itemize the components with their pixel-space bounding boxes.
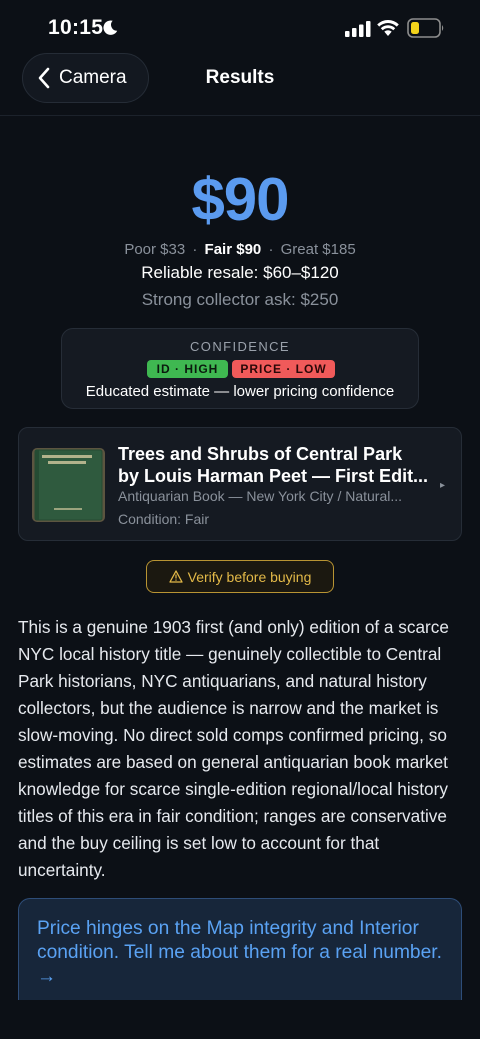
page-title: Results — [205, 67, 275, 88]
book-cover-thumbnail — [32, 448, 105, 522]
results-screen: 10:15 Camera Results $90 Poor $33 · Fair… — [0, 0, 480, 1039]
item-title: Trees and Shrubs of Central Park by Loui… — [118, 443, 433, 487]
price-confidence-badge: PRICE · LOW — [232, 360, 335, 378]
verify-button[interactable]: Verify before buying — [146, 560, 334, 593]
reliable-resale: Reliable resale: $60–$120 — [141, 263, 339, 282]
prompt-text: Price hinges on the Map integrity and In… — [37, 918, 442, 987]
item-title-line: by Louis Harman Peet — First Edit... — [118, 466, 429, 486]
description-text: This is a genuine 1903 first (and only) … — [18, 617, 449, 880]
id-confidence-badge: ID · HIGH — [147, 360, 228, 378]
moon-icon — [103, 20, 118, 35]
chevron-right-icon: ▸ — [440, 480, 446, 491]
price-separator: · — [268, 241, 274, 258]
price-great: Great $185 — [280, 241, 356, 258]
price-tiers: Poor $33 · Fair $90 · Great $185 — [0, 241, 480, 258]
warning-icon — [168, 570, 183, 583]
price-separator: · — [192, 241, 198, 258]
item-category: Antiquarian Book — New York City / Natur… — [118, 488, 403, 504]
price-estimate: $90 — [191, 166, 289, 233]
verify-label: Verify before buying — [187, 568, 312, 585]
confidence-label: CONFIDENCE — [190, 339, 290, 354]
status-bar: 10:15 — [0, 0, 480, 56]
wifi-icon — [377, 20, 399, 36]
bottom-fade — [0, 1000, 480, 1039]
battery-icon — [407, 18, 444, 38]
item-condition: Condition: Fair — [118, 511, 210, 527]
collector-ask: Strong collector ask: $250 — [141, 290, 339, 309]
details-prompt-card[interactable]: Price hinges on the Map integrity and In… — [18, 898, 462, 1001]
nav-bar: Camera Results — [0, 52, 480, 116]
price-fair: Fair $90 — [204, 241, 262, 258]
signal-icon — [345, 21, 371, 37]
status-time: 10:15 — [48, 16, 104, 39]
confidence-summary: Educated estimate — lower pricing confid… — [85, 383, 395, 400]
confidence-card: CONFIDENCE ID · HIGH PRICE · LOW Educate… — [61, 328, 419, 409]
item-title-line: Trees and Shrubs of Central Park — [118, 444, 403, 464]
price-poor: Poor $33 — [124, 241, 186, 258]
item-card[interactable]: Trees and Shrubs of Central Park by Loui… — [18, 427, 462, 541]
